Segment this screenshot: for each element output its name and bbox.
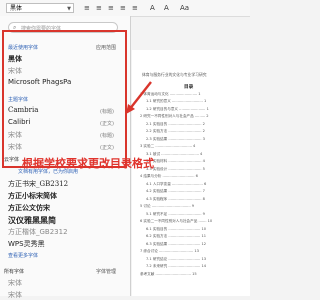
toc-line: 3.2 实验材料 ............................. 4: [146, 159, 205, 163]
font-color-icon[interactable]: A: [150, 4, 155, 12]
toc-line: 4.2 实验结果 ............................. 7: [146, 189, 205, 193]
font-option[interactable]: 方正楷体_GB2312: [8, 227, 68, 237]
font-tag: (正文): [100, 121, 114, 127]
apply-scope-link[interactable]: 应用范围: [96, 44, 116, 51]
doc-title: 体育与服务行业的文化与专业学习研究: [142, 72, 207, 77]
font-option[interactable]: 宋体: [8, 130, 22, 140]
font-option[interactable]: 方正书宋_GB2312: [8, 179, 68, 189]
font-option[interactable]: 方正公文仿宋: [8, 203, 50, 213]
font-option[interactable]: Cambria: [8, 106, 38, 114]
toc-line: 2.3 实验结果 ............................. 3: [146, 136, 205, 141]
annotation-text: 根据学校要求更改目录格式: [22, 157, 154, 170]
font-tag: (标题): [100, 133, 114, 139]
font-name-value: 黑体: [10, 5, 23, 12]
all-fonts-header: 所有字体: [4, 269, 25, 275]
toc-line: 4 结果与分析 ............................ 6: [140, 174, 198, 178]
cloud-fonts-header: 云字体: [4, 157, 20, 163]
toc-line: 1.1 研究的意义 ........................... 1: [146, 99, 207, 103]
toc-line: 2.1 实验目的 ............................. 2: [146, 121, 205, 126]
more-fonts-link[interactable]: 查看更多字体: [8, 252, 38, 259]
theme-fonts-header: 主题字体: [8, 97, 29, 103]
toc-line: 6.2 实验方法 ............................ 11: [146, 234, 207, 238]
toc-line: 6.1 实验目的 ............................ 10: [146, 226, 207, 231]
font-option[interactable]: Calibri: [8, 118, 30, 126]
font-option[interactable]: 汉仪雅黑黑简: [8, 215, 56, 226]
toc-line: 1.2 研究目的与意义 ....................... 1: [146, 106, 209, 111]
highlight-icon[interactable]: A: [164, 4, 169, 12]
toc-line: 3.3 实验设计 ............................. 5: [146, 166, 205, 171]
font-option[interactable]: 宋体: [8, 278, 22, 288]
toc-line: 6 实验二一不同性别对人与社会产品 ....... 10: [140, 219, 213, 223]
toc-line: 5.1 研究不足 ............................. 9: [146, 211, 205, 216]
toc-line: 2 研究一不同性别对人与社会产品 ......... 2: [140, 114, 209, 118]
toc-line: 5 讨论 .................................. …: [140, 204, 195, 208]
toc-line: 7.2 未来研究 ............................ 14: [146, 264, 207, 268]
font-tag: (标题): [100, 109, 114, 115]
toc-line: 7 综合讨论 .............................. 13: [140, 249, 199, 253]
font-option[interactable]: 宋体: [8, 290, 22, 300]
font-name-box[interactable]: 黑体 ▼: [6, 3, 74, 13]
font-tag: (正文): [100, 145, 114, 151]
toc-line: 3 实验二 ................................ 4: [140, 144, 196, 148]
chevron-down-icon[interactable]: ▼: [67, 4, 71, 14]
font-option[interactable]: 黑体: [8, 54, 22, 64]
toc-line: 4.1 人口学变量 ........................... 6: [146, 181, 207, 186]
font-manage-link[interactable]: 字体管理: [96, 268, 116, 275]
font-option[interactable]: 宋体: [8, 142, 22, 152]
toc-line: 6.3 实验结果 ............................ 12: [146, 241, 207, 246]
toc-line: 4.3 实验程序 ............................. 8: [146, 196, 205, 201]
align-right-icon[interactable]: ≡: [108, 4, 114, 12]
ribbon-toolbar: 黑体 ▼ ≡ ≡ ≡ ≡ ≡ A A Aa: [0, 0, 250, 17]
styles-icon[interactable]: Aa: [180, 4, 189, 12]
toc-line: 7.1 研究结论 ............................ 13: [146, 256, 207, 261]
toc-heading: 目录: [184, 85, 194, 90]
align-center-icon[interactable]: ≡: [96, 4, 102, 12]
red-arrow-icon: [126, 81, 152, 114]
font-option[interactable]: WPS灵秀黑: [8, 239, 45, 249]
toc-line: 参考文献 ............................... 15: [140, 271, 197, 276]
font-option[interactable]: 宋体: [8, 66, 22, 76]
font-option[interactable]: 方正小标宋简体: [8, 191, 57, 201]
justify-icon[interactable]: ≡: [120, 4, 126, 12]
line-spacing-icon[interactable]: ≡: [132, 4, 138, 12]
recent-fonts-header: 最近使用字体: [8, 45, 39, 51]
align-left-icon[interactable]: ≡: [84, 4, 90, 12]
font-option[interactable]: Microsoft PhagsPa: [8, 78, 71, 86]
toc-line: 3.1 被试 .................................…: [146, 151, 203, 156]
toc-line: 2.2 实验方法 ............................. 2: [146, 129, 205, 133]
